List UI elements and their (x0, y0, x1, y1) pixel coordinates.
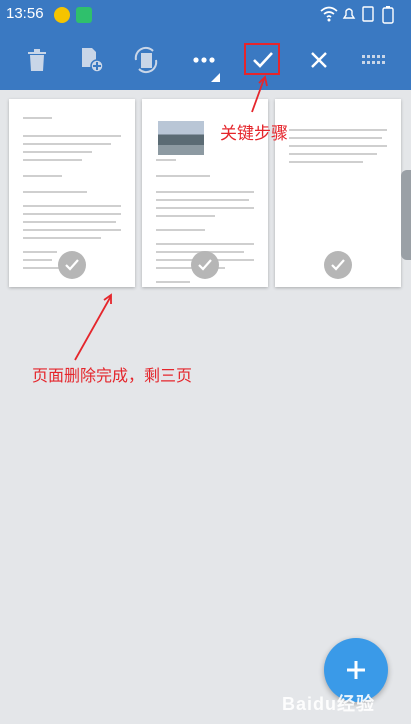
annotation-key-step: 关键步骤 (220, 124, 288, 144)
annotation-result: 页面删除完成，剩三页 (32, 366, 193, 385)
plus-icon (347, 661, 365, 679)
watermark: Baidu经验 (282, 694, 376, 714)
